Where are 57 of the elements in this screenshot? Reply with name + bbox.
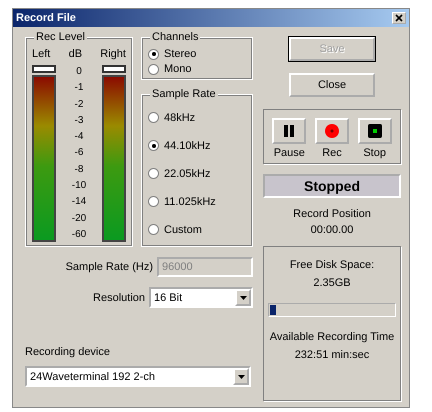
scale-label: -2 (74, 100, 84, 110)
button-label: Stop (363, 147, 386, 159)
radio-option[interactable]: 44.10kHz (148, 140, 246, 152)
window-title: Record File (16, 12, 76, 24)
scale-label: -14 (72, 197, 86, 208)
radio-option[interactable]: 22.05kHz (148, 168, 246, 180)
rec-button[interactable] (314, 118, 349, 144)
recording-time-label: Available Recording Time (270, 330, 394, 345)
field-label: Recording device (25, 346, 111, 358)
radio-icon[interactable] (148, 64, 159, 74)
status-display: Stopped (263, 174, 401, 198)
right-label: Right (100, 48, 126, 60)
record-position-label: Record Position (293, 207, 371, 222)
record-icon (324, 123, 340, 139)
unit-label: dB (68, 48, 82, 60)
scale-label: -60 (72, 230, 86, 240)
left-label: Left (32, 48, 50, 60)
scale-label: -4 (74, 132, 84, 142)
scale-label: 0 (76, 67, 82, 77)
radio-option[interactable]: Stereo (148, 48, 246, 60)
radio-option[interactable]: 48kHz (148, 112, 246, 124)
button-label: Pause (274, 147, 305, 159)
disk-space-value: 2.35GB (313, 276, 351, 291)
radio-icon[interactable] (148, 196, 159, 207)
radio-icon[interactable] (148, 112, 159, 123)
radio-option[interactable]: Custom (148, 224, 246, 236)
scale-label: -6 (74, 148, 84, 158)
record-position-value: 00:00.00 (310, 223, 354, 238)
group-title: Sample Rate (150, 88, 218, 100)
group-title: Rec Level (34, 31, 87, 43)
radio-option[interactable]: 11.025kHz (148, 196, 246, 208)
stop-button[interactable] (358, 118, 392, 144)
recording-time-value: 232:51 min:sec (294, 348, 370, 363)
disk-space-label: Free Disk Space: (290, 258, 374, 273)
scale-label: -1 (74, 83, 84, 94)
peak-indicator (32, 65, 56, 73)
radio-icon[interactable] (148, 140, 159, 151)
group-title: Channels (150, 31, 200, 43)
field-label: Resolution (93, 292, 145, 304)
dialog-button[interactable]: Close (289, 73, 375, 97)
button-label: Rec (322, 147, 342, 159)
scale-label: -3 (74, 116, 84, 126)
radio-icon[interactable] (148, 168, 159, 179)
stop-icon (368, 124, 382, 138)
radio-option[interactable]: Mono (148, 63, 246, 75)
scale-label: -20 (72, 214, 86, 224)
scale-label: -10 (72, 181, 86, 192)
scale-label: -8 (74, 164, 84, 175)
peak-indicator (102, 65, 126, 73)
close-icon[interactable] (392, 12, 406, 24)
recording-device-dropdown[interactable]: 24Waveterminal 192 2-ch (25, 366, 251, 387)
radio-icon[interactable] (148, 48, 159, 60)
field-label: Sample Rate (Hz) (66, 261, 153, 273)
resolution-dropdown[interactable]: 16 Bit (149, 287, 253, 308)
pause-button[interactable] (272, 118, 306, 144)
radio-icon[interactable] (148, 224, 159, 235)
pause-icon (282, 124, 296, 138)
